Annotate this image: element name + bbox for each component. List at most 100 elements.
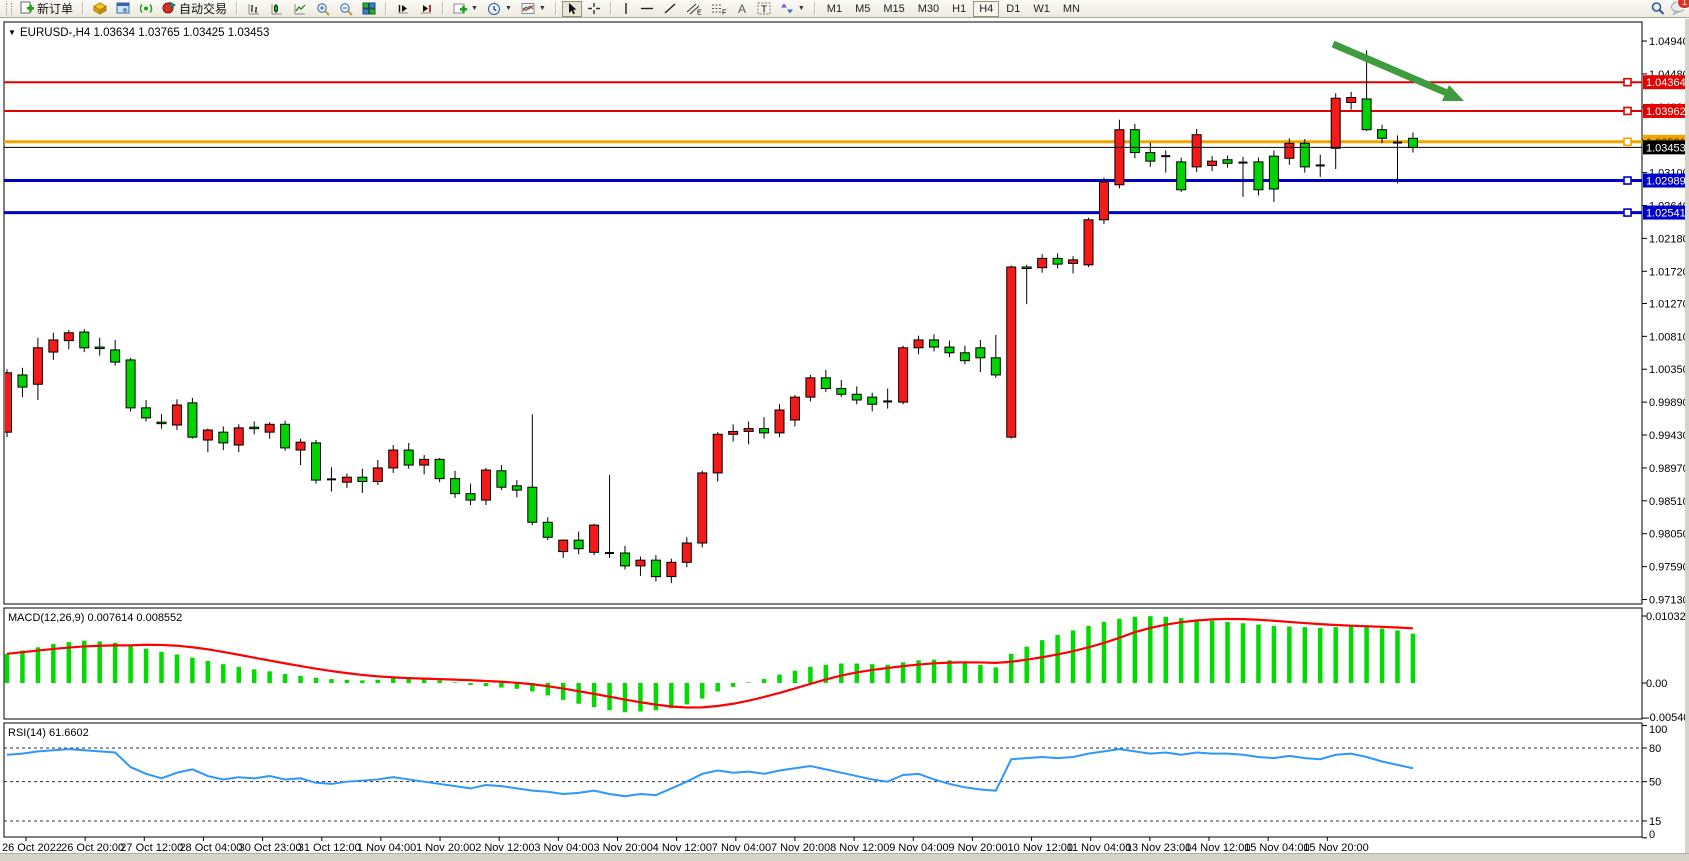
notifications-button[interactable]: 1 [1670, 0, 1686, 18]
toolbar-grip[interactable] [6, 3, 12, 15]
candle-body [64, 333, 73, 341]
candle-body [33, 348, 42, 384]
search-button[interactable] [1646, 1, 1669, 17]
arrows-icon [780, 2, 794, 15]
hline-handle[interactable] [1624, 138, 1631, 145]
candle-body [497, 471, 506, 487]
hline-handle[interactable] [1624, 107, 1631, 114]
cursor-tool-button[interactable] [562, 1, 582, 17]
tf-button-m1[interactable]: M1 [821, 1, 848, 17]
new-order-button[interactable]: 新订单 [16, 1, 77, 17]
fibonacci-tool-button[interactable]: F [707, 1, 731, 17]
text-tool-button[interactable]: A [732, 1, 752, 17]
zoom-in-button[interactable] [312, 1, 334, 17]
candle-body [698, 473, 707, 543]
candle-body [1362, 99, 1371, 130]
hline-tool-button[interactable] [636, 1, 658, 17]
market-watch-icon [93, 2, 107, 15]
candle [126, 358, 135, 412]
candle-body [790, 397, 799, 420]
price-tick-label: 0.99430 [1649, 430, 1689, 442]
periods-button[interactable]: ▼ [483, 1, 516, 17]
crosshair-tool-button[interactable] [583, 1, 605, 17]
candle-body [651, 560, 660, 576]
hline-handle[interactable] [1624, 177, 1631, 184]
separator [236, 2, 238, 15]
candle-body [667, 562, 676, 576]
autotrade-button[interactable]: 自动交易 [158, 1, 231, 17]
chart-shift-button[interactable] [415, 1, 437, 17]
candle-body [512, 486, 521, 490]
price-tick-label: 0.98970 [1649, 463, 1689, 475]
candle [481, 468, 490, 505]
channel-tool-button[interactable]: E [682, 1, 706, 17]
terminal-window: 新订单 自动交易 [0, 0, 1689, 861]
hline-handle[interactable] [1624, 209, 1631, 216]
candle-body [126, 360, 135, 408]
tf-button-w1[interactable]: W1 [1027, 1, 1056, 17]
zoom-in-icon [316, 2, 330, 16]
bid-price-tag: 1.03453 [1643, 140, 1687, 154]
search-icon [1650, 1, 1665, 16]
chart-shift-icon [419, 2, 433, 15]
text-label-tool-button[interactable]: T [753, 1, 775, 17]
zoom-out-button[interactable] [335, 1, 357, 17]
candle-body [899, 348, 908, 402]
candle-body [234, 428, 243, 445]
indicators-button[interactable]: ▼ [449, 1, 482, 17]
tf-button-d1[interactable]: D1 [1000, 1, 1026, 17]
svg-text:T: T [761, 5, 767, 16]
alerts-signal-icon [139, 2, 153, 15]
separator [82, 2, 84, 15]
market-watch-button[interactable] [89, 1, 111, 17]
chart-canvas[interactable]: 1.049401.044801.040201.035601.031001.026… [0, 19, 1689, 861]
candle-body [837, 389, 846, 395]
tf-button-m30[interactable]: M30 [912, 1, 945, 17]
hline-handle[interactable] [1624, 79, 1631, 86]
candle-body [744, 429, 753, 432]
candle [698, 471, 707, 548]
candle-body [806, 378, 815, 397]
separator [610, 2, 612, 15]
tf-button-mn[interactable]: MN [1057, 1, 1086, 17]
rsi-panel-frame [4, 723, 1642, 837]
vline-tool-button[interactable] [617, 1, 635, 17]
candle-body [1378, 130, 1387, 139]
candle-body [1331, 98, 1340, 148]
candle-body [95, 347, 104, 349]
separator [814, 2, 816, 15]
separator [555, 2, 557, 15]
candle [281, 421, 290, 451]
alerts-signal-button[interactable] [135, 1, 157, 17]
bar-chart-mode-button[interactable] [243, 1, 265, 17]
candlestick-mode-button[interactable] [266, 1, 288, 17]
candle-body [373, 468, 382, 482]
text-icon: A [736, 2, 748, 15]
templates-button[interactable]: ▼ [517, 1, 550, 17]
tf-button-h1[interactable]: H1 [946, 1, 972, 17]
templates-caret-icon: ▼ [539, 5, 546, 12]
tile-windows-button[interactable] [358, 1, 380, 17]
auto-scroll-button[interactable] [392, 1, 414, 17]
candle-body [49, 340, 58, 352]
tile-windows-icon [362, 2, 376, 15]
tf-button-h4[interactable]: H4 [973, 1, 999, 17]
candle-body [1223, 160, 1232, 164]
line-chart-mode-icon [293, 2, 307, 15]
toolbar: 新订单 自动交易 [0, 0, 1689, 18]
new-order-icon [20, 1, 34, 17]
candle-body [188, 403, 197, 437]
macd-indicator-label: MACD(12,26,9) 0.007614 0.008552 [8, 612, 182, 624]
candle-body [1069, 260, 1078, 264]
line-chart-mode-button[interactable] [289, 1, 311, 17]
arrows-tool-button[interactable]: ▼ [776, 1, 809, 17]
candle [1099, 178, 1108, 224]
tf-button-m5[interactable]: M5 [849, 1, 876, 17]
candle-body [466, 494, 475, 500]
price-tag-label: 1.03962 [1646, 106, 1686, 118]
tf-button-m15[interactable]: M15 [877, 1, 910, 17]
trendline-tool-button[interactable] [659, 1, 681, 17]
indicators-icon [453, 2, 467, 15]
hline-price-tag: 1.03962 [1643, 104, 1687, 118]
data-window-button[interactable] [112, 1, 134, 17]
